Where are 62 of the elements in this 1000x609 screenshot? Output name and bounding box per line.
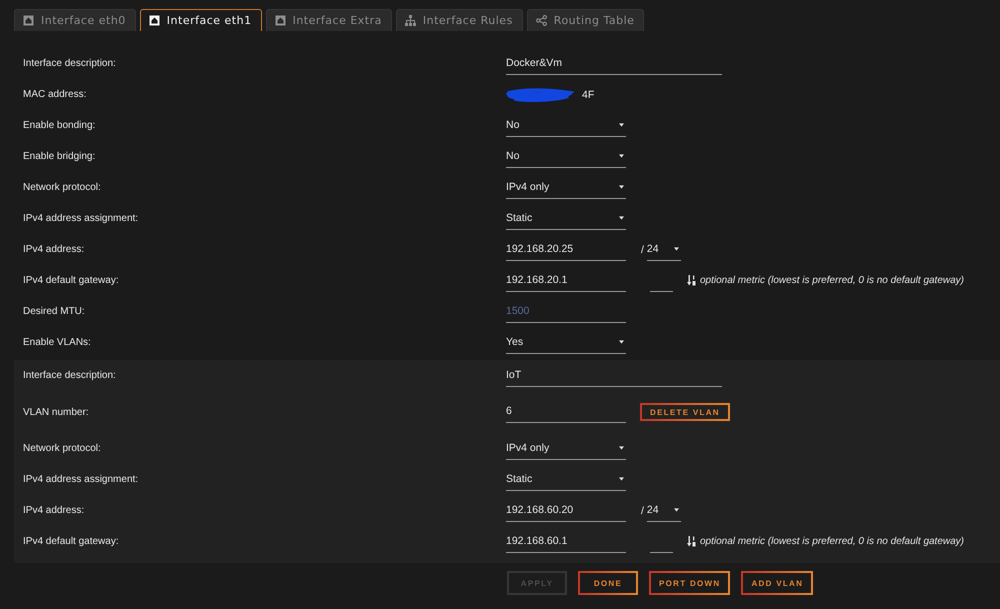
- field-label: IPv4 address:: [23, 244, 84, 255]
- field-label: Enable bridging:: [23, 151, 96, 162]
- tab[interactable]: Interface eth0: [14, 9, 136, 31]
- separator: /: [641, 504, 644, 516]
- caret-icon: [619, 446, 624, 450]
- caret-icon: [619, 154, 624, 158]
- text-field[interactable]: IoT: [506, 364, 722, 386]
- field-label: Interface description:: [23, 370, 116, 381]
- field-label: MAC address:: [23, 89, 86, 100]
- separator: /: [641, 244, 644, 256]
- field-label: Interface description:: [23, 58, 116, 69]
- tab[interactable]: Interface Rules: [396, 9, 523, 31]
- field-label: IPv4 default gateway:: [23, 536, 119, 547]
- field-label: IPv4 address assignment:: [23, 213, 138, 224]
- share-icon: [536, 15, 547, 26]
- tab[interactable]: Routing Table: [526, 9, 644, 31]
- field-label: Enable VLANs:: [23, 337, 91, 348]
- field-label: Network protocol:: [23, 182, 101, 193]
- dropdown[interactable]: IPv4 only: [506, 438, 626, 460]
- field-label: IPv4 address assignment:: [23, 474, 138, 485]
- prefix-dropdown[interactable]: 24: [646, 500, 681, 522]
- caret-icon: [619, 122, 624, 126]
- field-label: IPv4 address:: [23, 505, 84, 516]
- caret-icon: [674, 508, 679, 512]
- mac-address: 4F: [582, 88, 594, 100]
- sort-icon: [687, 275, 697, 286]
- ip-address-field[interactable]: 192.168.60.20: [506, 500, 626, 522]
- dropdown[interactable]: Static: [506, 208, 626, 230]
- gateway-field[interactable]: 192.168.20.1: [506, 270, 626, 292]
- dropdown[interactable]: IPv4 only: [506, 176, 626, 198]
- field-label: Desired MTU:: [23, 306, 85, 317]
- network-port-icon: [274, 15, 286, 26]
- caret-icon: [619, 216, 624, 220]
- delete-button[interactable]: DELETE VLAN: [640, 403, 730, 421]
- caret-icon: [619, 184, 624, 188]
- prefix-dropdown[interactable]: 24: [646, 238, 681, 260]
- dropdown[interactable]: No: [506, 114, 626, 136]
- field-label: IPv4 default gateway:: [23, 275, 119, 286]
- action-button[interactable]: DONE: [578, 571, 638, 595]
- caret-icon: [674, 246, 679, 250]
- hint-text: optional metric (lowest is preferred, 0 is no default gateway): [700, 536, 964, 547]
- sort-icon: [687, 536, 697, 547]
- sitemap-icon: [404, 15, 416, 26]
- network-port-icon: [23, 15, 34, 26]
- ip-address-field[interactable]: 192.168.20.25: [506, 238, 626, 260]
- caret-icon: [619, 476, 624, 480]
- field-label: VLAN number:: [23, 406, 89, 418]
- field-label: Network protocol:: [23, 443, 101, 454]
- dropdown[interactable]: No: [506, 146, 626, 168]
- action-button[interactable]: ADD VLAN: [741, 571, 814, 595]
- gateway-field[interactable]: 192.168.60.1: [506, 530, 626, 552]
- action-button[interactable]: PORT DOWN: [649, 571, 730, 595]
- text-field[interactable]: Docker&Vm: [506, 52, 722, 74]
- network-port-icon: [148, 15, 160, 26]
- dropdown[interactable]: Yes: [506, 332, 626, 354]
- tab[interactable]: Interface Extra: [266, 9, 392, 31]
- hint-text: optional metric (lowest is preferred, 0 is no default gateway): [700, 275, 964, 286]
- dropdown[interactable]: Static: [506, 468, 626, 490]
- tab[interactable]: Interface eth1: [140, 9, 262, 31]
- caret-icon: [619, 340, 624, 344]
- text-field[interactable]: 6: [506, 401, 626, 423]
- field-label: Enable bonding:: [23, 120, 96, 131]
